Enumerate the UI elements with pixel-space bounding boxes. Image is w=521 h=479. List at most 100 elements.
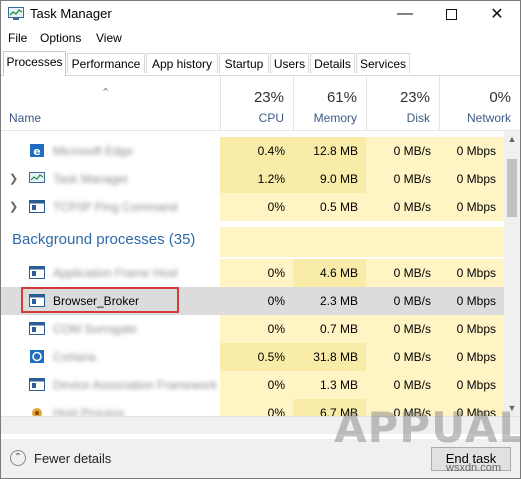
table-row[interactable]: e Microsoft Edge 0.4% 12.8 MB 0 MB/s 0 M… <box>1 137 504 165</box>
tab-users[interactable]: Users <box>270 53 309 73</box>
column-name[interactable]: Name <box>9 111 41 125</box>
expand-chevron-icon[interactable]: ❯ <box>9 200 18 213</box>
table-row[interactable]: Device Association Framework 0% 1.3 MB 0… <box>1 371 504 399</box>
column-memory[interactable]: 61% Memory <box>293 76 366 130</box>
sort-up-icon: ⌃ <box>101 87 111 99</box>
memory-cell: 9.0 MB <box>293 165 366 193</box>
title-bar: Task Manager — ✕ <box>1 1 520 27</box>
memory-cell: 4.6 MB <box>293 259 366 287</box>
chevron-up-circle-icon[interactable]: ⌃ <box>10 450 26 466</box>
table-row[interactable]: Cortana 0.5% 31.8 MB 0 MB/s 0 Mbps <box>1 343 504 371</box>
cpu-cell: 0% <box>220 315 293 343</box>
scroll-up-icon[interactable]: ▲ <box>504 131 520 147</box>
process-grid: e Microsoft Edge 0.4% 12.8 MB 0 MB/s 0 M… <box>1 131 504 416</box>
maximize-button[interactable] <box>428 1 474 27</box>
close-button[interactable]: ✕ <box>474 1 520 27</box>
cpu-cell: 1.2% <box>220 165 293 193</box>
edge-icon: e <box>30 144 44 157</box>
window-app-icon <box>29 200 45 213</box>
memory-cell: 2.3 MB <box>293 287 366 315</box>
disk-cell: 0 MB/s <box>366 315 439 343</box>
fewer-details-link[interactable]: Fewer details <box>34 451 111 466</box>
tab-strip: Processes Performance App history Startu… <box>1 51 520 76</box>
close-icon: ✕ <box>490 6 504 23</box>
group-memory-cell <box>293 227 366 257</box>
cpu-cell: 0% <box>220 259 293 287</box>
network-cell: 0 Mbps <box>439 315 504 343</box>
memory-label: Memory <box>313 111 357 125</box>
background-processes-heading: Background processes (35) <box>12 231 196 248</box>
menu-bar: File Options View <box>1 28 520 48</box>
memory-cell: 0.7 MB <box>293 315 366 343</box>
table-row[interactable]: COM Surrogate 0% 0.7 MB 0 MB/s 0 Mbps <box>1 315 504 343</box>
expand-chevron-icon[interactable]: ❯ <box>9 172 18 185</box>
disk-cell: 0 MB/s <box>366 371 439 399</box>
svg-text:e: e <box>33 145 40 157</box>
window-title: Task Manager <box>30 6 112 21</box>
process-name: Task Manager <box>53 172 129 186</box>
process-name: Application Frame Host <box>53 266 178 280</box>
group-header-row[interactable]: Background processes (35) <box>1 227 504 257</box>
process-name: Microsoft Edge <box>53 144 134 158</box>
network-cell: 0 Mbps <box>439 193 504 221</box>
network-cell: 0 Mbps <box>439 137 504 165</box>
disk-cell: 0 MB/s <box>366 193 439 221</box>
cpu-cell: 0.5% <box>220 343 293 371</box>
scroll-thumb[interactable] <box>507 159 517 217</box>
memory-total: 61% <box>326 89 357 106</box>
disk-cell: 0 MB/s <box>366 287 439 315</box>
cpu-cell: 0% <box>220 371 293 399</box>
site-watermark: wsxdn.com <box>446 462 502 474</box>
disk-cell: 0 MB/s <box>366 259 439 287</box>
disk-cell: 0 MB/s <box>366 137 439 165</box>
memory-cell: 31.8 MB <box>293 343 366 371</box>
table-row[interactable]: Application Frame Host 0% 4.6 MB 0 MB/s … <box>1 259 504 287</box>
vertical-scrollbar[interactable]: ▲ ▼ <box>504 131 520 416</box>
tab-processes[interactable]: Processes <box>3 51 66 76</box>
appuals-watermark: APPUALS <box>334 403 521 452</box>
menu-view[interactable]: View <box>96 31 122 45</box>
tab-services[interactable]: Services <box>356 53 410 73</box>
window-app-icon <box>29 266 45 279</box>
disk-cell: 0 MB/s <box>366 343 439 371</box>
disk-cell: 0 MB/s <box>366 165 439 193</box>
memory-cell: 12.8 MB <box>293 137 366 165</box>
host-process-icon <box>32 408 42 416</box>
cortana-icon <box>30 350 44 363</box>
tab-startup[interactable]: Startup <box>219 53 269 73</box>
column-header: ⌃ Name 23% CPU 61% Memory 23% Disk 0% Ne… <box>1 76 520 131</box>
minimize-icon: — <box>397 5 413 22</box>
process-name: TCP/IP Ping Command <box>53 200 178 214</box>
column-disk[interactable]: 23% Disk <box>366 76 439 130</box>
process-name: Host Process <box>53 406 125 416</box>
disk-label: Disk <box>406 111 430 125</box>
menu-options[interactable]: Options <box>40 31 81 45</box>
maximize-icon <box>445 8 457 20</box>
window-app-icon <box>29 378 45 391</box>
cpu-label: CPU <box>258 111 284 125</box>
task-manager-icon <box>29 172 45 183</box>
tab-app-history[interactable]: App history <box>146 53 218 73</box>
task-manager-icon <box>8 7 24 20</box>
cpu-cell: 0% <box>220 287 293 315</box>
window-app-icon <box>29 322 45 335</box>
group-disk-cell <box>366 227 439 257</box>
minimize-button[interactable]: — <box>382 1 428 27</box>
column-network[interactable]: 0% Network <box>439 76 520 130</box>
menu-file[interactable]: File <box>8 31 27 45</box>
process-name: Cortana <box>53 350 96 364</box>
table-row[interactable]: ❯ Task Manager 1.2% 9.0 MB 0 MB/s 0 Mbps <box>1 165 504 193</box>
memory-cell: 0.5 MB <box>293 193 366 221</box>
tab-performance[interactable]: Performance <box>67 53 145 73</box>
cpu-cell: 0.4% <box>220 137 293 165</box>
network-label: Network <box>466 111 511 125</box>
task-manager-window: Task Manager — ✕ File Options View Proce… <box>0 0 521 479</box>
memory-cell: 1.3 MB <box>293 371 366 399</box>
column-cpu[interactable]: 23% CPU <box>220 76 293 130</box>
highlight-box <box>21 287 179 313</box>
cpu-cell: 0% <box>220 399 293 416</box>
tab-details[interactable]: Details <box>310 53 355 73</box>
process-name: COM Surrogate <box>53 322 138 336</box>
disk-total: 23% <box>399 89 430 106</box>
table-row[interactable]: ❯ TCP/IP Ping Command 0% 0.5 MB 0 MB/s 0… <box>1 193 504 221</box>
